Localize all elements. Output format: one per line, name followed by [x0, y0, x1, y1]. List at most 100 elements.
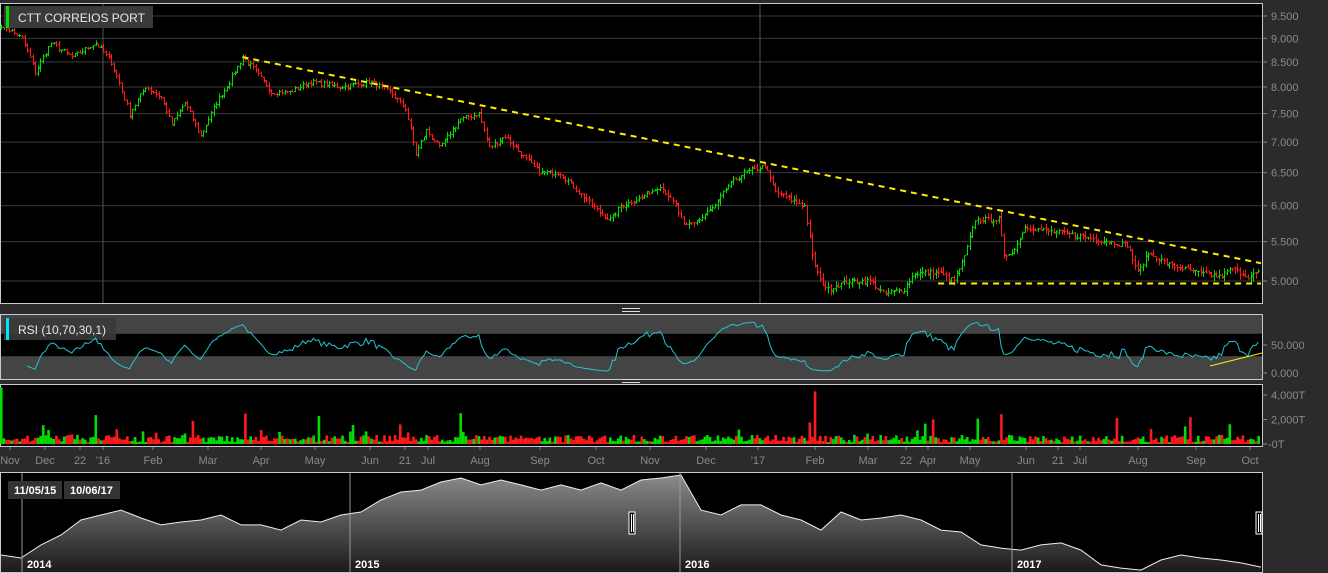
volume-bar	[65, 435, 69, 444]
volume-bar	[824, 435, 827, 444]
volume-bar	[1160, 436, 1163, 444]
volume-bar	[1068, 439, 1071, 444]
volume-bar	[1225, 437, 1229, 444]
volume-bar	[448, 440, 452, 444]
volume-bar	[679, 439, 683, 444]
volume-bar	[546, 441, 549, 444]
volume-bar	[21, 438, 24, 444]
volume-bar	[769, 440, 772, 444]
volume-bar	[981, 436, 985, 444]
time-tick-label: 21	[399, 455, 411, 467]
volume-bar	[530, 437, 533, 444]
volume-bar	[28, 441, 32, 444]
volume-bar	[1055, 438, 1058, 444]
volume-bar	[517, 438, 520, 444]
volume-bar	[745, 440, 749, 444]
volume-bar	[506, 441, 510, 444]
volume-bar	[989, 440, 993, 444]
range-start-date[interactable]: 11/05/15	[14, 485, 56, 497]
volume-bar	[488, 436, 491, 444]
volume-bar	[1102, 438, 1106, 444]
volume-bar	[559, 437, 562, 444]
volume-bar	[837, 435, 840, 444]
volume-bar	[1073, 441, 1077, 444]
volume-bar	[792, 437, 796, 444]
volume-bar	[1191, 441, 1195, 444]
volume-bar	[1233, 439, 1237, 444]
navigator-right-handle[interactable]	[1255, 511, 1263, 535]
price-tick-label: 8.000	[1271, 82, 1299, 94]
volume-bar	[451, 441, 455, 444]
volume-bar	[737, 429, 741, 444]
volume-bar	[438, 441, 441, 444]
volume-bar	[168, 435, 171, 444]
volume-bar	[795, 441, 798, 444]
volume-bar	[81, 438, 84, 444]
volume-bar	[228, 441, 231, 444]
volume-bar	[144, 441, 147, 444]
time-tick-label: Jul	[421, 455, 435, 467]
volume-bar	[900, 438, 903, 444]
volume-bar	[1223, 438, 1226, 444]
volume-bar	[748, 439, 751, 444]
volume-bar	[845, 441, 848, 444]
navigator-left-handle[interactable]	[628, 511, 636, 535]
volume-bar	[23, 438, 27, 444]
volume-bar	[1212, 439, 1216, 444]
volume-bar	[569, 438, 573, 444]
volume-bar	[1157, 442, 1161, 444]
volume-bar	[1220, 434, 1224, 444]
volume-bar	[136, 442, 140, 444]
volume-bar	[635, 441, 638, 444]
volume-bar	[1105, 436, 1108, 444]
panel-resize-handle[interactable]	[622, 308, 640, 312]
volume-bar	[99, 440, 103, 444]
volume-bar	[931, 419, 935, 444]
volume-bar	[433, 436, 436, 444]
volume-bar	[916, 430, 919, 444]
volume-bar	[183, 433, 187, 444]
volume-bar	[399, 424, 402, 444]
volume-tick-label: 2,000T	[1271, 415, 1306, 427]
volume-bar	[186, 441, 189, 444]
volume-bar	[973, 439, 977, 444]
volume-bar	[338, 438, 342, 444]
volume-bar	[714, 440, 717, 444]
volume-bar	[992, 441, 995, 444]
volume-bar	[958, 438, 961, 444]
volume-bar	[1115, 418, 1119, 444]
volume-bar	[18, 441, 21, 444]
volume-bar	[735, 435, 738, 444]
range-end-date[interactable]: 10/06/17	[70, 485, 113, 497]
volume-bar	[367, 436, 371, 444]
price-tick-label: 9.500	[1271, 11, 1299, 23]
volume-bar	[897, 439, 901, 444]
volume-bar	[627, 439, 630, 444]
volume-bar	[78, 439, 82, 444]
volume-bar	[317, 416, 321, 444]
price-panel[interactable]	[0, 3, 1263, 304]
panel-resize-handle[interactable]	[622, 379, 640, 383]
volume-bar	[160, 442, 163, 444]
volume-bar	[750, 435, 754, 444]
volume-bar	[112, 436, 116, 444]
volume-bar	[249, 436, 252, 444]
volume-bar	[1076, 440, 1079, 444]
volume-bar	[1023, 437, 1027, 444]
volume-bar	[761, 440, 764, 444]
volume-bar	[1034, 436, 1037, 444]
volume-bar	[393, 435, 397, 444]
volume-bar	[280, 435, 284, 444]
volume-bar	[231, 437, 234, 444]
volume-bar	[154, 432, 158, 444]
volume-bar	[593, 441, 596, 444]
volume-bar	[603, 435, 607, 444]
volume-bar	[945, 439, 948, 444]
volume-bar	[1078, 435, 1082, 444]
volume-bar	[721, 437, 725, 444]
volume-bar	[1047, 440, 1050, 444]
stock-chart[interactable]: CTT CORREIOS PORT 9.500 9.000 8.500 8.000 7.…	[0, 0, 1328, 573]
volume-bar	[1081, 440, 1085, 444]
volume-bar	[1000, 414, 1003, 444]
volume-bar	[504, 436, 507, 444]
